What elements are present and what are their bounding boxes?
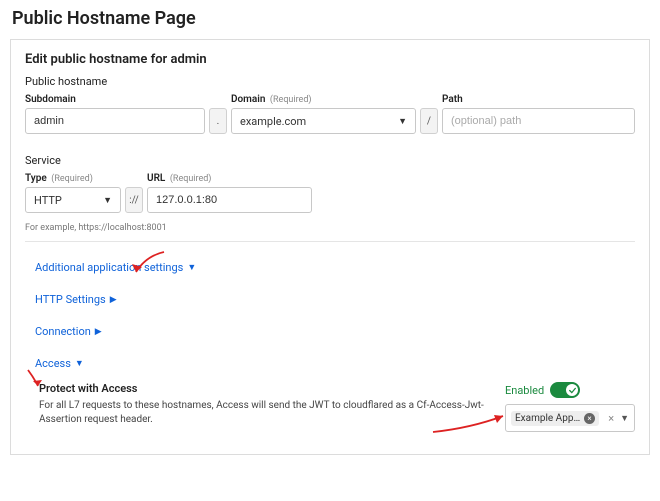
page-title: Public Hostname Page <box>0 0 660 39</box>
access-block: Protect with Access For all L7 requests … <box>39 382 635 432</box>
chevron-down-icon: ▼ <box>187 262 196 273</box>
path-input[interactable] <box>442 108 635 134</box>
app-chip: Example Applicati… × <box>511 411 599 426</box>
protect-desc: For all L7 requests to these hostnames, … <box>39 399 487 427</box>
chevron-right-icon: ▶ <box>110 295 117 305</box>
type-select[interactable]: HTTP ▼ <box>25 187 121 213</box>
clear-all-icon[interactable]: × <box>608 412 614 425</box>
chevron-right-icon: ▶ <box>95 327 102 337</box>
dot-joiner: . <box>209 108 227 134</box>
chevron-down-icon: ▼ <box>398 116 407 127</box>
access-toggle[interactable]: Access ▼ <box>35 357 84 370</box>
service-row: Type (Required) HTTP ▼ :// URL (Required… <box>25 173 635 213</box>
protect-title: Protect with Access <box>39 382 487 395</box>
additional-settings-toggle[interactable]: Additional application settings ▼ <box>35 261 196 274</box>
chevron-down-icon: ▼ <box>103 195 112 206</box>
slash-joiner: / <box>420 108 438 134</box>
panel-title: Edit public hostname for admin <box>25 52 635 67</box>
type-label: Type (Required) <box>25 173 121 184</box>
enabled-label: Enabled <box>505 384 544 397</box>
service-hint: For example, https://localhost:8001 <box>25 223 635 233</box>
url-input[interactable] <box>147 187 312 213</box>
separator <box>25 241 635 242</box>
scheme-joiner: :// <box>125 187 143 213</box>
access-apps-select[interactable]: Example Applicati… × × ▼ <box>505 404 635 432</box>
toggle-knob <box>566 384 578 396</box>
http-settings-toggle[interactable]: HTTP Settings ▶ <box>35 293 117 306</box>
edit-hostname-panel: Edit public hostname for admin Public ho… <box>10 39 650 455</box>
subdomain-label: Subdomain <box>25 94 205 105</box>
type-value: HTTP <box>34 194 62 207</box>
path-label: Path <box>442 94 635 105</box>
remove-chip-icon[interactable]: × <box>584 413 595 424</box>
enabled-toggle[interactable] <box>550 382 580 398</box>
subdomain-input[interactable] <box>25 108 205 134</box>
service-section-label: Service <box>25 154 635 167</box>
check-icon <box>569 387 576 394</box>
public-hostname-label: Public hostname <box>25 75 635 88</box>
url-label: URL (Required) <box>147 173 312 184</box>
chevron-down-icon[interactable]: ▼ <box>620 413 629 424</box>
domain-label: Domain (Required) <box>231 94 416 105</box>
domain-select[interactable]: example.com ▼ <box>231 108 416 134</box>
domain-value: example.com <box>240 115 306 128</box>
hostname-row: Subdomain . Domain (Required) example.co… <box>25 94 635 134</box>
connection-toggle[interactable]: Connection ▶ <box>35 325 102 338</box>
chevron-down-icon: ▼ <box>75 358 84 369</box>
